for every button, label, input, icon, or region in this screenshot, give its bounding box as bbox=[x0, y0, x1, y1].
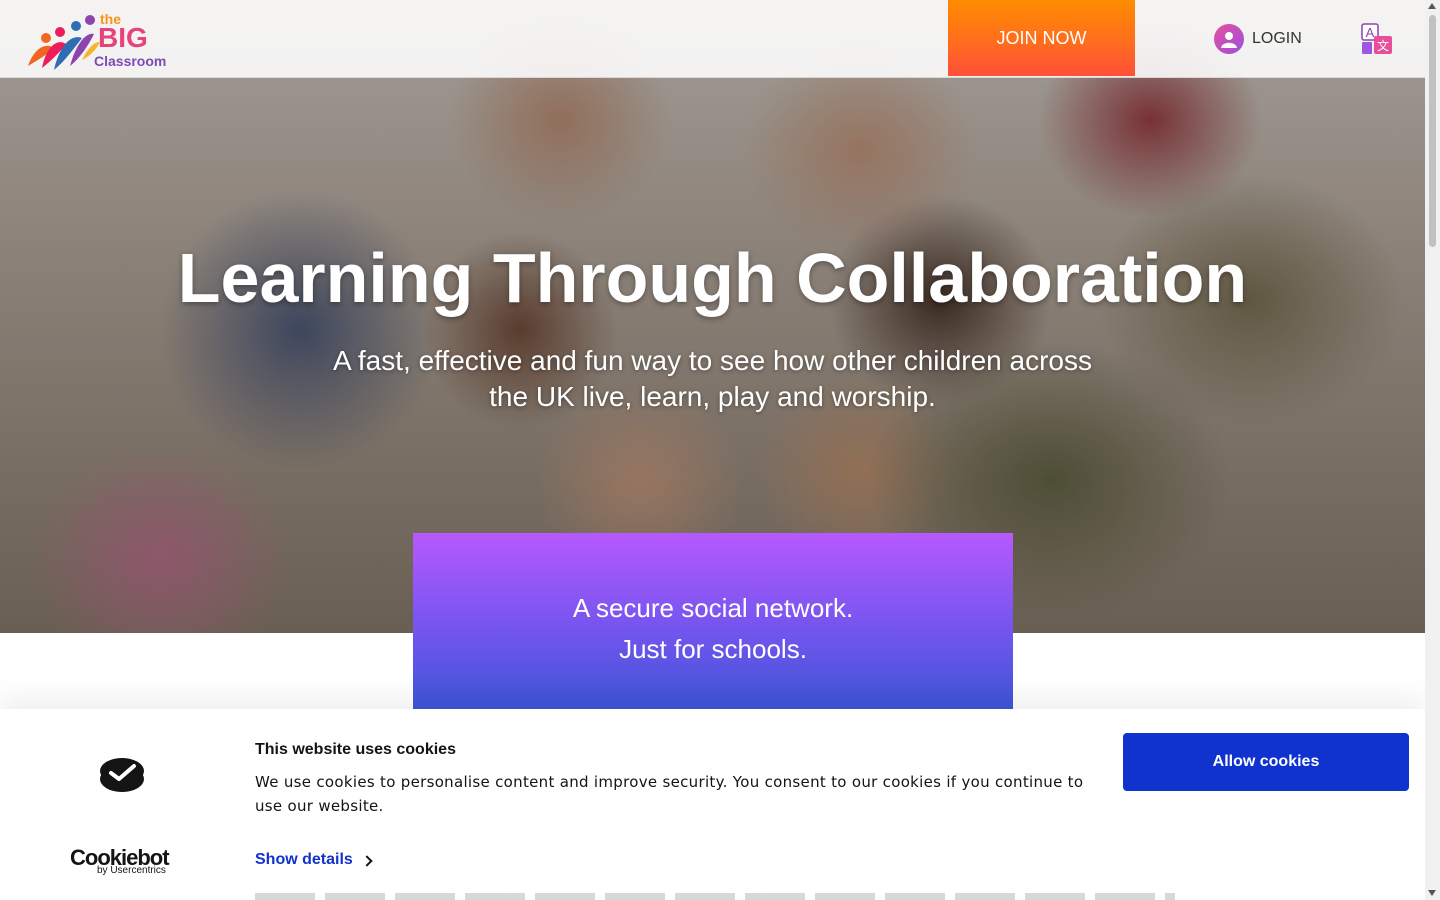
logo-text-big: BIG bbox=[98, 22, 148, 53]
show-details-label: Show details bbox=[255, 851, 353, 868]
site-header: the BIG Classroom JOIN NOW LOGIN A 文 bbox=[0, 0, 1425, 78]
join-now-button[interactable]: JOIN NOW bbox=[948, 0, 1135, 76]
user-avatar-icon bbox=[1214, 24, 1244, 54]
scrollbar-thumb[interactable] bbox=[1429, 15, 1436, 247]
cookie-description: We use cookies to personalise content an… bbox=[255, 773, 1084, 815]
scroll-down-arrow-icon[interactable] bbox=[1428, 890, 1436, 896]
cookie-title: This website uses cookies bbox=[255, 741, 456, 758]
svg-text:文: 文 bbox=[1377, 38, 1389, 53]
chevron-right-icon bbox=[361, 854, 373, 867]
cookiebot-by-usercentrics: by Usercentrics bbox=[97, 865, 166, 876]
cookie-banner: Cookiebot by Usercentrics This website u… bbox=[0, 709, 1425, 900]
secure-card-line1: A secure social network. bbox=[572, 593, 854, 623]
page-scrollbar[interactable] bbox=[1425, 0, 1440, 900]
login-label: LOGIN bbox=[1252, 30, 1302, 47]
hidden-body-text bbox=[255, 893, 1175, 900]
show-details-link[interactable]: Show details bbox=[255, 851, 373, 869]
hero-title: Learning Through Collaboration bbox=[177, 239, 1248, 317]
translate-icon[interactable]: A 文 bbox=[1360, 22, 1394, 56]
site-logo[interactable]: the BIG Classroom bbox=[24, 8, 169, 72]
secure-network-card: A secure social network. Just for school… bbox=[413, 533, 1013, 709]
logo-figures-icon bbox=[28, 15, 100, 70]
logo-text-classroom: Classroom bbox=[94, 53, 167, 69]
login-link[interactable]: LOGIN bbox=[1214, 23, 1302, 55]
scroll-up-arrow-icon[interactable] bbox=[1428, 3, 1436, 9]
cookiebot-logo-icon bbox=[100, 758, 144, 792]
svg-text:A: A bbox=[1366, 25, 1375, 40]
allow-cookies-button[interactable]: Allow cookies bbox=[1123, 733, 1409, 791]
hero-subtitle: A fast, effective and fun way to see how… bbox=[332, 345, 1093, 412]
secure-card-line2: Just for schools. bbox=[619, 634, 807, 664]
